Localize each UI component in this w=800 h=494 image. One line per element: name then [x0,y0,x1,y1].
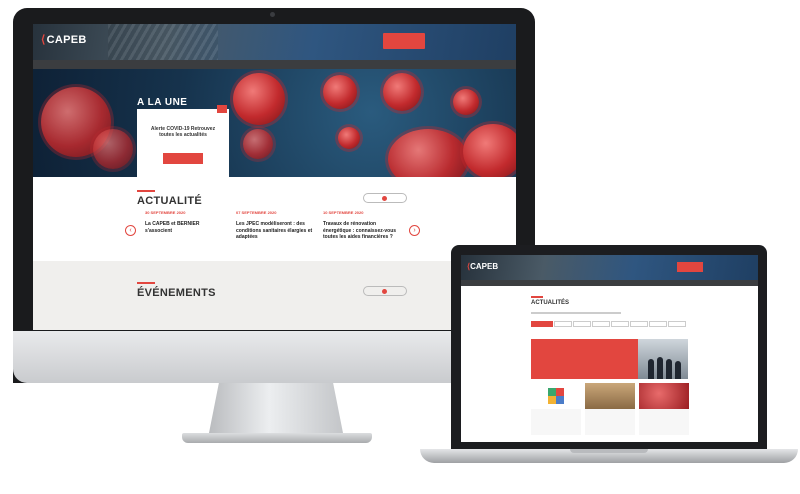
filter-tab[interactable] [531,321,553,327]
filter-tab[interactable] [668,321,686,327]
news-title: La CAPEB et BERNIER s'associent [145,221,200,234]
news-card[interactable] [639,383,689,435]
person-image [648,359,654,379]
filter-tab[interactable] [573,321,591,327]
virus-image [388,129,468,177]
camera-icon [270,12,275,17]
news-date: 30 SEPTEMBRE 2020 [145,210,186,215]
monitor-foot [182,433,372,443]
filter-tab[interactable] [630,321,648,327]
capeb-logo[interactable]: ⟨CAPEB [41,33,87,46]
title-accent [137,190,155,192]
page-title: ACTUALITÉS [531,300,569,306]
capeb-logo[interactable]: ⟨CAPEB [467,262,498,271]
person-image [666,359,672,379]
actualite-section: ACTUALITÉ ‹ › 30 SEPTEMBRE 2020 La CAPEB… [33,177,516,261]
featured-article[interactable] [531,339,638,379]
virus-image [338,127,360,149]
news-card[interactable] [585,383,635,435]
news-card[interactable] [531,383,581,435]
person-image [675,361,681,379]
person-image [657,357,663,379]
see-all-events-button[interactable] [363,286,407,296]
monitor-stand [208,383,344,438]
hero-title: A LA UNE [137,97,188,108]
section-title-actualite: ACTUALITÉ [137,195,203,207]
hero-card-tag [217,105,227,113]
featured-photo [638,339,688,379]
puzzle-icon [548,388,564,404]
hero-card-button[interactable] [163,153,203,164]
section-title-evenements: ÉVÉNEMENTS [137,287,216,299]
main-nav [33,60,516,69]
news-item[interactable]: 07 SEPTEMBRE 2020 Les JPEC modéliseront … [236,210,316,241]
filter-tab[interactable] [649,321,667,327]
title-accent [137,282,155,284]
virus-image [453,89,479,115]
virus-image [383,73,421,111]
news-date: 07 SEPTEMBRE 2020 [236,210,277,215]
laptop-site-header: ⟨CAPEB [461,255,758,280]
page-intro-text [531,312,621,314]
news-item[interactable]: 30 SEPTEMBRE 2020 La CAPEB et BERNIER s'… [145,210,225,234]
virus-image [93,129,133,169]
dot-icon [381,195,387,201]
desktop-screen: ⟨CAPEB A LA UNE Alerte COVID-19 Retrouve… [33,24,516,330]
card-image [585,383,635,409]
carousel-prev-button[interactable]: ‹ [125,225,136,236]
news-date: 10 SEPTEMBRE 2020 [323,210,364,215]
virus-image [463,124,516,177]
evenements-section: ÉVÉNEMENTS [33,261,516,330]
card-image [639,383,689,409]
laptop-notch [570,449,648,453]
filter-tab[interactable] [592,321,610,327]
logo-mark-icon: ⟨ [41,34,46,46]
news-item[interactable]: 10 SEPTEMBRE 2020 Travaux de rénovation … [323,210,403,241]
hero-banner: A LA UNE Alerte COVID-19 Retrouvez toute… [33,69,516,177]
site-header: ⟨CAPEB [33,24,516,60]
card-image [531,383,581,409]
header-cta-button[interactable] [677,262,703,272]
virus-image [243,129,273,159]
laptop-screen: ⟨CAPEB ACTUALITÉS [461,255,758,442]
filter-bar [531,321,689,327]
virus-image [233,73,285,125]
filter-tab[interactable] [611,321,629,327]
hero-card-text: Alerte COVID-19 Retrouvez toutes les act… [150,126,216,138]
title-accent [531,296,543,298]
dot-icon [381,288,387,294]
carousel-next-button[interactable]: › [409,225,420,236]
news-title: Les JPEC modéliseront : des conditions s… [236,221,313,240]
see-all-news-button[interactable] [363,193,407,203]
laptop-main-nav [461,280,758,286]
header-cta-button[interactable] [383,33,425,49]
virus-image [323,75,357,109]
filter-tab[interactable] [554,321,572,327]
news-title: Travaux de rénovation énergétique : conn… [323,221,397,240]
hero-card: Alerte COVID-19 Retrouvez toutes les act… [137,105,229,177]
